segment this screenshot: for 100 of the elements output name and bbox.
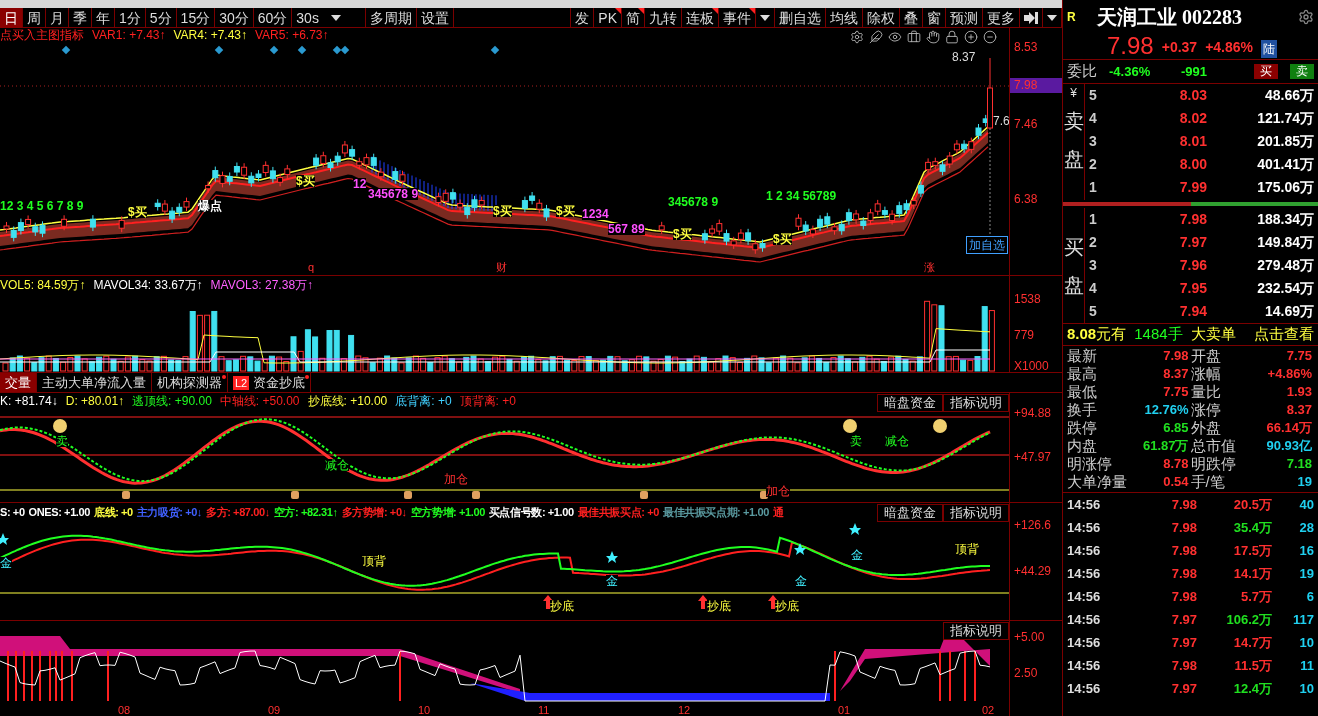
star-icon xyxy=(0,533,9,545)
indicator-value: S: +0 xyxy=(0,507,25,518)
panel-button[interactable]: 暗盘资金 xyxy=(877,394,943,412)
order-level: 3 xyxy=(1088,256,1098,275)
trade-count: 16 xyxy=(1298,541,1314,560)
stock-title: 天润工业 002283 xyxy=(1097,5,1243,30)
trade-count: 28 xyxy=(1298,518,1314,537)
trade-volume: 14.1万 xyxy=(1232,564,1272,583)
side-label: 买盘 xyxy=(1063,234,1084,298)
hand-marker-icon xyxy=(291,491,299,499)
indicator-value: 多方势增: +0↓ xyxy=(341,507,407,518)
realtime-label: R xyxy=(1067,9,1077,26)
sun-icon xyxy=(843,419,857,433)
hand-icon[interactable] xyxy=(926,30,940,44)
sequence-count: 12 xyxy=(353,178,367,190)
trade-time: 14:56 xyxy=(1067,610,1102,629)
big-order-price: 8.08 xyxy=(1067,324,1097,345)
signal-label: 抄底 xyxy=(550,600,574,612)
lock-icon[interactable] xyxy=(945,30,959,44)
diamond-marker-icon xyxy=(340,45,350,55)
currency-label: ¥ xyxy=(1070,85,1077,102)
stat-label: 最低 xyxy=(1067,381,1097,402)
sell-button[interactable]: 卖 xyxy=(1290,64,1314,79)
indicator-value: VAR4: +7.43↑ xyxy=(173,29,247,41)
indicator-tab[interactable]: 交量 xyxy=(0,373,37,392)
order-level: 4 xyxy=(1088,279,1098,298)
event-mark: 财 xyxy=(496,262,507,273)
order-price: 8.01 xyxy=(1178,132,1207,151)
star-icon xyxy=(849,523,861,535)
add-watchlist-button[interactable]: 加自选 xyxy=(966,236,1008,254)
indicator-value: D: +80.01↑ xyxy=(65,395,125,407)
settings-icon[interactable] xyxy=(850,30,864,44)
high-price-label: 8.37 xyxy=(952,51,976,63)
sequence-count: 1234 xyxy=(582,208,609,220)
briefcase-icon[interactable] xyxy=(907,30,921,44)
month-label: 08 xyxy=(118,705,131,716)
panel-button[interactable]: 暗盘资金 xyxy=(877,504,943,522)
indicator-value: K: +81.74↓ xyxy=(0,395,58,407)
indicator-value: 抄底线: +10.00 xyxy=(307,395,388,407)
order-level: 1 xyxy=(1088,210,1098,229)
indicator-tab[interactable]: 主动大单净流入量 xyxy=(37,373,152,392)
trade-time: 14:56 xyxy=(1067,679,1102,698)
current-price-tag: 7.98 xyxy=(1010,78,1062,93)
stat-label: 跌停 xyxy=(1067,417,1097,438)
zoom-out-icon[interactable] xyxy=(983,30,997,44)
order-volume: 48.66万 xyxy=(1263,86,1315,105)
signal-label: 金 xyxy=(851,549,863,561)
axis-label: +47.97 xyxy=(1014,451,1052,463)
zoom-in-icon[interactable] xyxy=(964,30,978,44)
axis-label: +126.6 xyxy=(1014,519,1052,531)
settings-button[interactable] xyxy=(1298,9,1314,25)
trade-volume: 12.4万 xyxy=(1232,679,1272,698)
sun-icon xyxy=(933,419,947,433)
ratio-value: -4.36% xyxy=(1109,62,1152,81)
trade-volume: 5.7万 xyxy=(1239,587,1272,606)
eye-icon[interactable] xyxy=(888,30,902,44)
order-level: 3 xyxy=(1088,132,1098,151)
order-level: 2 xyxy=(1088,155,1098,174)
buy-button[interactable]: 买 xyxy=(1254,64,1278,79)
order-volume: 14.69万 xyxy=(1263,302,1315,321)
percent-change: +4.86% xyxy=(1205,38,1254,57)
caret-icon xyxy=(760,15,770,21)
trade-count: 10 xyxy=(1298,633,1314,652)
panel-button[interactable]: 指标说明 xyxy=(943,622,1009,640)
up-arrow-icon xyxy=(698,595,708,609)
period-tab[interactable]: 日 xyxy=(0,8,23,28)
trade-price: 7.97 xyxy=(1170,610,1197,629)
stat-label: 明涨停 xyxy=(1067,453,1112,474)
big-order-lots: 1484手 xyxy=(1134,324,1183,345)
signal-label: 减仓 xyxy=(325,459,349,471)
buy-signal-label: $买 xyxy=(556,205,575,217)
indicator-tab[interactable]: 机构探测器 xyxy=(152,373,228,392)
ratio-diff: -991 xyxy=(1181,62,1209,81)
feather-icon[interactable] xyxy=(869,30,883,44)
signal-label: 加仓 xyxy=(766,485,790,497)
panel-button[interactable]: 指标说明 xyxy=(943,394,1009,412)
indicator-tab[interactable]: L2 资金抄底 xyxy=(228,373,312,392)
trade-count: 6 xyxy=(1305,587,1314,606)
event-mark: 涨 xyxy=(924,262,935,273)
view-link[interactable]: 点击查看 xyxy=(1254,323,1314,346)
panel-button[interactable]: 指标说明 xyxy=(943,504,1009,522)
trade-volume: 20.5万 xyxy=(1232,495,1272,514)
volume-indicator-value: VOL5: 84.59万↑ xyxy=(0,279,86,291)
signal-label: 顶背 xyxy=(955,543,979,555)
signal-label: 金 xyxy=(795,575,807,587)
order-level: 4 xyxy=(1088,109,1098,128)
side-label: 卖盘 xyxy=(1063,109,1084,172)
trade-count: 19 xyxy=(1298,564,1314,583)
indicator-value: 底背离: +0 xyxy=(395,395,452,407)
stat-label: 明跌停 xyxy=(1190,453,1236,474)
diamond-marker-icon xyxy=(297,45,307,55)
price-change: +0.37 xyxy=(1161,38,1198,57)
stat-value: 12.76% xyxy=(1143,401,1190,420)
order-price: 7.94 xyxy=(1178,302,1207,321)
hand-marker-icon xyxy=(472,491,480,499)
diamond-marker-icon xyxy=(61,45,71,55)
indicator-value: 空方势增: +1.00 xyxy=(410,507,485,518)
indicator-value: 最佳共振买点: +0 xyxy=(577,507,659,518)
order-level: 1 xyxy=(1088,178,1098,197)
stat-label: 大单净量 xyxy=(1067,471,1127,492)
